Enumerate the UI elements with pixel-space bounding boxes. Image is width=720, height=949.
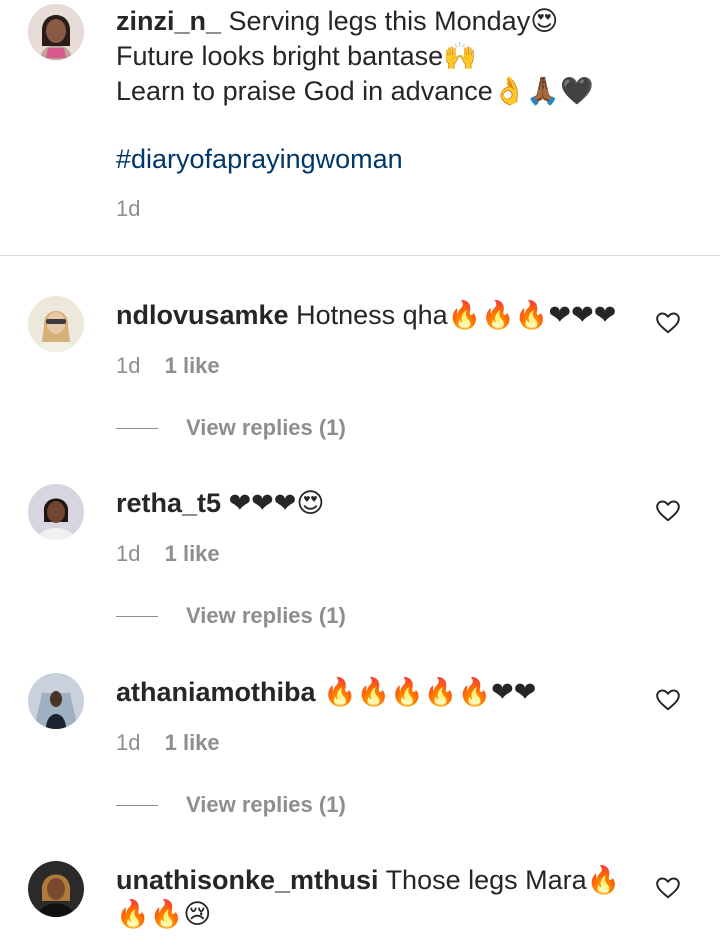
comment-text: ndlovusamke Hotness qha🔥🔥🔥❤❤❤ — [116, 298, 636, 332]
view-replies-label: View replies (1) — [186, 415, 346, 440]
caption-line-2: Future looks bright bantase🙌 — [116, 41, 477, 71]
view-replies-label: View replies (1) — [186, 792, 346, 817]
caption-timestamp: 1d — [116, 196, 141, 221]
comment-like-count[interactable]: 1 like — [165, 353, 220, 378]
heart-outline-icon[interactable] — [655, 875, 681, 901]
replies-divider-line — [116, 615, 158, 617]
comment-meta: 1d 1 like — [116, 730, 220, 756]
caption-line-3: Learn to praise God in advance👌🙏🏾🖤 — [116, 76, 594, 106]
comment-timestamp: 1d — [116, 541, 141, 566]
comment-body: 🔥🔥🔥🔥🔥❤❤ — [323, 677, 537, 707]
post-caption: zinzi_n_ Serving legs this Monday😍 Futur… — [0, 0, 720, 255]
caption-hashtag[interactable]: #diaryofaprayingwoman — [116, 142, 706, 177]
heart-outline-icon[interactable] — [655, 498, 681, 524]
comment-body: Hotness qha🔥🔥🔥❤❤❤ — [296, 300, 617, 330]
caption-username[interactable]: zinzi_n_ — [116, 6, 221, 36]
heart-outline-icon[interactable] — [655, 310, 681, 336]
view-replies-button[interactable]: View replies (1) — [116, 601, 346, 631]
view-replies-label: View replies (1) — [186, 603, 346, 628]
comment-body: ❤❤❤😍 — [228, 488, 325, 518]
replies-divider-line — [116, 804, 158, 806]
replies-divider-line — [116, 427, 158, 429]
comment-username[interactable]: ndlovusamke — [116, 300, 289, 330]
comment-like-count[interactable]: 1 like — [165, 730, 220, 755]
commenter-avatar[interactable] — [28, 484, 84, 540]
comment-like-count[interactable]: 1 like — [165, 541, 220, 566]
commenter-avatar[interactable] — [28, 861, 84, 917]
caption-line-1: Serving legs this Monday😍 — [228, 6, 559, 36]
comment-username[interactable]: athaniamothiba — [116, 677, 316, 707]
heart-outline-icon[interactable] — [655, 687, 681, 713]
caption-text: zinzi_n_ Serving legs this Monday😍 Futur… — [116, 4, 706, 177]
commenter-avatar[interactable] — [28, 296, 84, 352]
comment-meta: 1d 1 like — [116, 541, 220, 567]
divider — [0, 255, 720, 256]
author-avatar[interactable] — [28, 4, 84, 60]
comment-text: unathisonke_mthusi Those legs Mara🔥🔥🔥😢 — [116, 863, 636, 931]
view-replies-button[interactable]: View replies (1) — [116, 790, 346, 820]
commenter-avatar[interactable] — [28, 673, 84, 729]
comment-timestamp: 1d — [116, 730, 141, 755]
comment-username[interactable]: unathisonke_mthusi — [116, 865, 379, 895]
comment-timestamp: 1d — [116, 353, 141, 378]
comment-meta: 1d 1 like — [116, 353, 220, 379]
view-replies-button[interactable]: View replies (1) — [116, 413, 346, 443]
comment-text: retha_t5 ❤❤❤😍 — [116, 486, 636, 520]
comment-username[interactable]: retha_t5 — [116, 488, 221, 518]
comment-text: athaniamothiba 🔥🔥🔥🔥🔥❤❤ — [116, 675, 636, 709]
